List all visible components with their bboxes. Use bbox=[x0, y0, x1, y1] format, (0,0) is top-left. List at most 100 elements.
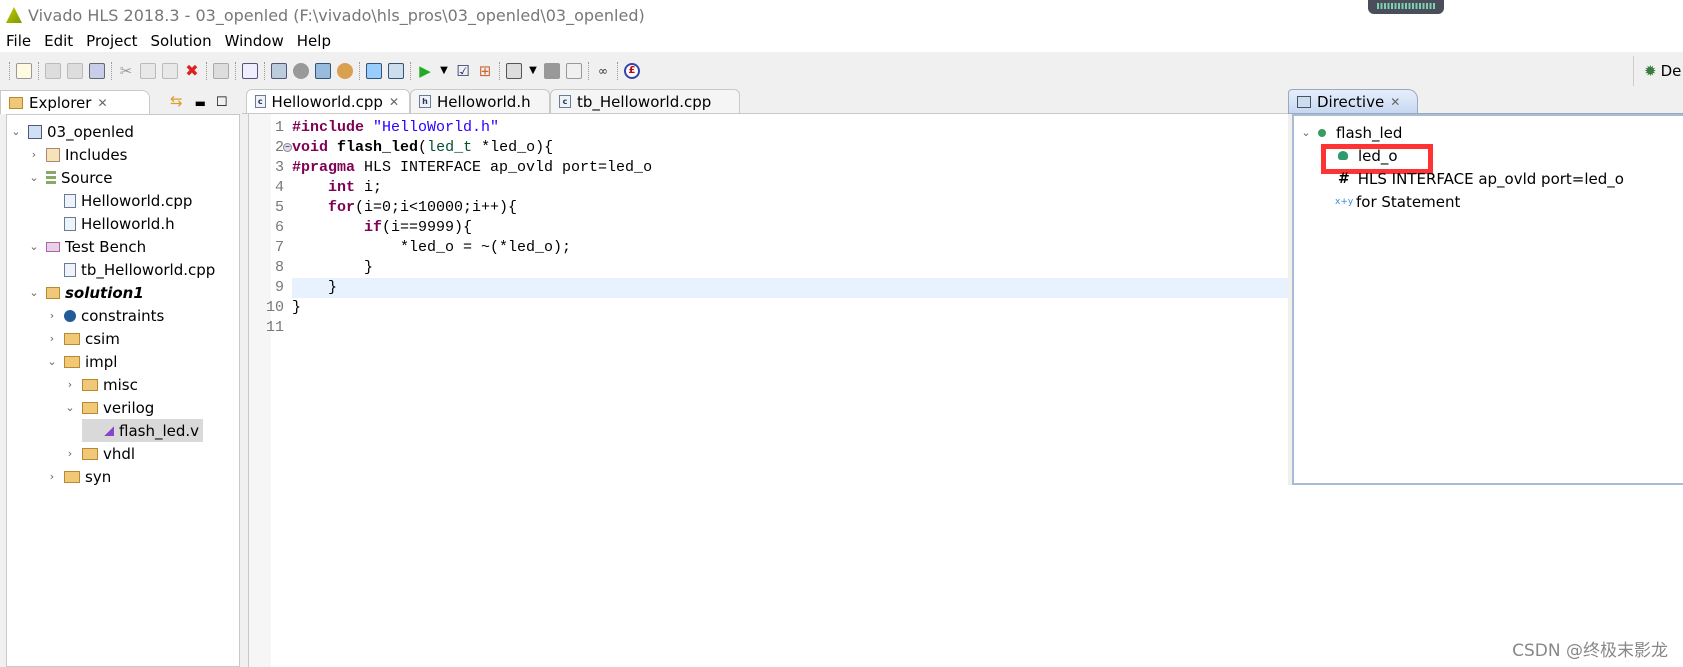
close-icon[interactable]: ✕ bbox=[1390, 95, 1400, 109]
save-as-icon[interactable] bbox=[89, 63, 105, 79]
code-token: (i=0;i<10000;i++){ bbox=[355, 199, 518, 216]
index-icon[interactable] bbox=[366, 63, 382, 79]
menu-window[interactable]: Window bbox=[225, 32, 284, 50]
code-token: HLS INTERFACE ap_ovld port=led_o bbox=[355, 159, 653, 176]
code-token: } bbox=[292, 279, 338, 296]
tree-item[interactable]: ⌄ verilog bbox=[64, 396, 154, 419]
tab-tb-helloworld-cpp[interactable]: c tb_Helloworld.cpp bbox=[550, 89, 740, 113]
fold-icon[interactable]: − bbox=[283, 143, 292, 152]
tab-helloworld-cpp[interactable]: c Helloworld.cpp ✕ bbox=[246, 89, 410, 113]
code-editor[interactable] bbox=[248, 114, 1288, 667]
tree-item[interactable]: ⌄ impl bbox=[46, 350, 117, 373]
console-icon[interactable] bbox=[388, 63, 404, 79]
chevron-down-icon[interactable]: ⌄ bbox=[28, 171, 40, 184]
perspective-debug-button[interactable]: ✹ De bbox=[1633, 56, 1683, 86]
tree-item[interactable]: › syn bbox=[46, 465, 111, 488]
tree-item[interactable]: ⌄ solution1 bbox=[28, 281, 143, 304]
copy-icon[interactable] bbox=[140, 63, 156, 79]
chevron-down-icon[interactable]: ⌄ bbox=[64, 401, 76, 414]
synthesis-check-icon[interactable]: ☑ bbox=[455, 63, 471, 79]
chevron-down-icon[interactable]: ⌄ bbox=[28, 240, 40, 253]
export-dropdown-icon[interactable]: ▼ bbox=[528, 63, 538, 79]
minimize-icon[interactable]: ▬ bbox=[195, 96, 206, 110]
code-token: led_t bbox=[427, 139, 473, 156]
testbench-icon bbox=[46, 241, 60, 252]
chevron-right-icon[interactable]: › bbox=[28, 148, 40, 161]
settings-gear-icon[interactable] bbox=[293, 63, 309, 79]
menu-solution[interactable]: Solution bbox=[151, 32, 212, 50]
menu-help[interactable]: Help bbox=[297, 32, 331, 50]
tree-item[interactable]: › misc bbox=[64, 373, 138, 396]
solution-folder-icon bbox=[46, 286, 60, 299]
chevron-right-icon[interactable]: › bbox=[46, 470, 58, 483]
directive-label: HLS INTERFACE ap_ovld port=led_o bbox=[1357, 169, 1624, 188]
tab-directive[interactable]: Directive ✕ bbox=[1288, 89, 1418, 113]
vivado-logo-icon bbox=[6, 7, 22, 23]
tree-item[interactable]: flash_led.v bbox=[82, 419, 204, 442]
loop-icon: x+y bbox=[1335, 196, 1354, 207]
toolbar: ✂ ✖ ▶ ▼ ☑ ⊞ ▼ ∞ £ bbox=[0, 52, 1683, 90]
tree-item[interactable]: › vhdl bbox=[64, 442, 135, 465]
save-icon[interactable] bbox=[45, 63, 61, 79]
code-token: } bbox=[292, 259, 374, 276]
directive-icon[interactable] bbox=[315, 63, 331, 79]
cut-icon[interactable]: ✂ bbox=[118, 63, 134, 79]
save-all-icon[interactable] bbox=[67, 63, 83, 79]
stop-icon[interactable] bbox=[544, 63, 560, 79]
close-icon[interactable]: ✕ bbox=[97, 96, 107, 110]
run-icon[interactable]: ▶ bbox=[417, 63, 433, 79]
chevron-right-icon[interactable]: › bbox=[46, 332, 58, 345]
compare-reports-icon[interactable] bbox=[566, 63, 582, 79]
code-line: #pragma HLS INTERFACE ap_ovld port=led_o bbox=[292, 158, 652, 178]
directive-item-interface[interactable]: # HLS INTERFACE ap_ovld port=led_o bbox=[1338, 167, 1624, 190]
tab-explorer[interactable]: Explorer ✕ bbox=[0, 90, 150, 114]
directive-item-flash-led[interactable]: ⌄ flash_led bbox=[1300, 121, 1402, 144]
help-icon[interactable]: £ bbox=[624, 63, 640, 79]
solution-settings-icon[interactable] bbox=[337, 63, 353, 79]
tree-item-label: constraints bbox=[81, 306, 165, 325]
tree-item[interactable]: › constraints bbox=[46, 304, 165, 327]
open-report-icon[interactable] bbox=[242, 63, 258, 79]
chevron-down-icon[interactable]: ⌄ bbox=[28, 286, 40, 299]
print-icon[interactable] bbox=[213, 63, 229, 79]
menu-file[interactable]: File bbox=[6, 32, 31, 50]
delete-icon[interactable]: ✖ bbox=[184, 63, 200, 79]
includes-icon bbox=[46, 147, 60, 162]
maximize-icon[interactable]: ☐ bbox=[216, 95, 228, 110]
link-editor-icon[interactable]: ⇆ bbox=[170, 92, 183, 110]
new-solution-icon[interactable] bbox=[271, 63, 287, 79]
chevron-right-icon[interactable]: › bbox=[64, 447, 76, 460]
menu-edit[interactable]: Edit bbox=[44, 32, 73, 50]
run-dropdown-icon[interactable]: ▼ bbox=[439, 63, 449, 79]
tree-item-label: misc bbox=[103, 375, 138, 394]
chevron-down-icon[interactable]: ⌄ bbox=[10, 125, 22, 138]
tree-item[interactable]: Helloworld.cpp bbox=[46, 189, 192, 212]
export-rtl-icon[interactable] bbox=[506, 63, 522, 79]
bug-icon: ✹ bbox=[1644, 62, 1657, 80]
tree-item-label: tb_Helloworld.cpp bbox=[81, 260, 216, 279]
menu-project[interactable]: Project bbox=[86, 32, 137, 50]
function-dot-icon bbox=[1318, 128, 1326, 137]
chevron-right-icon[interactable]: › bbox=[46, 309, 58, 322]
chevron-down-icon[interactable]: ⌄ bbox=[46, 355, 58, 368]
tab-helloworld-h[interactable]: h Helloworld.h bbox=[410, 89, 550, 113]
tree-item-label: Helloworld.cpp bbox=[81, 191, 193, 210]
directive-item-for-statement[interactable]: x+y for Statement bbox=[1335, 190, 1460, 213]
tree-item[interactable]: ⌄ Source bbox=[28, 166, 112, 189]
tree-item[interactable]: › csim bbox=[46, 327, 120, 350]
chevron-right-icon[interactable]: › bbox=[64, 378, 76, 391]
tree-item[interactable]: tb_Helloworld.cpp bbox=[46, 258, 215, 281]
new-file-icon[interactable] bbox=[16, 63, 32, 79]
tree-item[interactable]: ⌄ Test Bench bbox=[28, 235, 146, 258]
tree-item[interactable]: Helloworld.h bbox=[46, 212, 175, 235]
tree-item[interactable]: › Includes bbox=[28, 143, 128, 166]
close-icon[interactable]: ✕ bbox=[389, 95, 399, 109]
paste-icon[interactable] bbox=[162, 63, 178, 79]
cosim-icon[interactable]: ⊞ bbox=[477, 63, 493, 79]
folder-icon bbox=[64, 355, 80, 368]
chevron-down-icon[interactable]: ⌄ bbox=[1300, 126, 1312, 139]
glasses-icon[interactable]: ∞ bbox=[595, 63, 611, 79]
tree-item[interactable]: ⌄ 03_openled bbox=[10, 120, 134, 143]
